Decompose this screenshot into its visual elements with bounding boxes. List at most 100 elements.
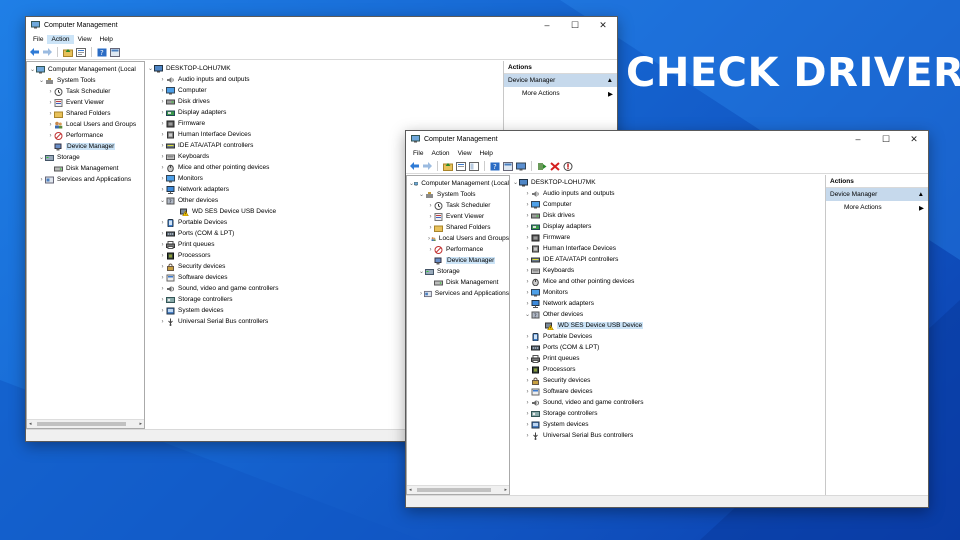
device-category-portable-devices[interactable]: › Portable Devices — [510, 331, 825, 342]
menu-help[interactable]: Help — [476, 149, 497, 158]
tree-item-performance[interactable]: › Performance — [27, 130, 144, 141]
collapsed-chevron-icon[interactable]: › — [524, 356, 531, 362]
tree-item-task-scheduler[interactable]: › Task Scheduler — [27, 86, 144, 97]
collapsed-chevron-icon[interactable]: › — [159, 308, 166, 314]
collapsed-chevron-icon[interactable]: › — [524, 268, 531, 274]
collapsed-chevron-icon[interactable]: › — [38, 177, 45, 183]
device-category-system-devices[interactable]: › System devices — [510, 419, 825, 430]
scroll-right-icon[interactable]: ▸ — [504, 487, 507, 493]
device-category-firmware[interactable]: › Firmware — [510, 232, 825, 243]
collapsed-chevron-icon[interactable]: › — [524, 290, 531, 296]
device-category-firmware[interactable]: › Firmware — [145, 118, 503, 129]
collapsed-chevron-icon[interactable]: › — [47, 111, 54, 117]
console-icon[interactable] — [110, 47, 120, 57]
collapsed-chevron-icon[interactable]: › — [159, 132, 166, 138]
collapsed-chevron-icon[interactable]: › — [524, 279, 531, 285]
collapsed-chevron-icon[interactable]: › — [524, 345, 531, 351]
collapsed-chevron-icon[interactable]: › — [159, 176, 166, 182]
show-hide-tree-icon[interactable] — [469, 161, 479, 171]
collapsed-chevron-icon[interactable]: › — [159, 165, 166, 171]
tree-item-system-tools[interactable]: ⌄ System Tools — [407, 189, 509, 200]
collapsed-chevron-icon[interactable]: › — [159, 187, 166, 193]
collapsed-chevron-icon[interactable]: › — [159, 253, 166, 259]
minimize-button[interactable]: – — [533, 17, 561, 33]
collapsed-chevron-icon[interactable]: › — [159, 88, 166, 94]
device-category-computer[interactable]: › Computer — [145, 85, 503, 96]
tree-item-task-scheduler[interactable]: › Task Scheduler — [407, 200, 509, 211]
scroll-left-icon[interactable]: ◂ — [409, 487, 412, 493]
tree-item-disk-management[interactable]: Disk Management — [407, 277, 509, 288]
tree-root-computer-management[interactable]: ⌄ Computer Management (Local — [27, 64, 144, 75]
collapsed-chevron-icon[interactable]: › — [524, 378, 531, 384]
collapsed-chevron-icon[interactable]: › — [159, 99, 166, 105]
collapsed-chevron-icon[interactable]: › — [427, 214, 434, 220]
close-button[interactable]: ✕ — [900, 131, 928, 147]
menu-action[interactable]: Action — [47, 34, 74, 44]
collapsed-chevron-icon[interactable]: › — [47, 122, 54, 128]
device-category-security-devices[interactable]: › Security devices — [510, 375, 825, 386]
tree-item-device-manager[interactable]: Device Manager — [27, 141, 144, 152]
expanded-chevron-icon[interactable]: ⌄ — [418, 268, 425, 275]
collapsed-chevron-icon[interactable]: › — [524, 400, 531, 406]
update-driver-icon[interactable] — [537, 161, 547, 171]
collapsed-chevron-icon[interactable]: › — [47, 133, 54, 139]
device-category-monitors[interactable]: › Monitors — [510, 287, 825, 298]
tree-item-local-users-and-groups[interactable]: › Local Users and Groups — [27, 119, 144, 130]
tree-item-storage[interactable]: ⌄ Storage — [27, 152, 144, 163]
device-category-display-adapters[interactable]: › Display adapters — [145, 107, 503, 118]
maximize-button[interactable]: ☐ — [561, 17, 589, 33]
device-category-wd-ses-device-usb-device[interactable]: WD SES Device USB Device — [510, 320, 825, 331]
collapse-up-icon[interactable]: ▲ — [918, 191, 924, 198]
navigation-tree-pane[interactable]: ⌄ Computer Management (Local ⌄ System Tools… — [406, 175, 510, 495]
collapsed-chevron-icon[interactable]: › — [524, 367, 531, 373]
tree-item-services-and-applications[interactable]: › Services and Applications — [27, 174, 144, 185]
tree-item-services-and-applications[interactable]: › Services and Applications — [407, 288, 509, 299]
device-category-storage-controllers[interactable]: › Storage controllers — [510, 408, 825, 419]
device-category-audio-inputs-and-outputs[interactable]: › Audio inputs and outputs — [145, 74, 503, 85]
scroll-left-icon[interactable]: ◂ — [29, 421, 32, 427]
collapsed-chevron-icon[interactable]: › — [427, 247, 434, 253]
tree-item-event-viewer[interactable]: › Event Viewer — [27, 97, 144, 108]
horizontal-scrollbar[interactable]: ◂ ▸ — [407, 485, 509, 494]
back-arrow-icon[interactable] — [29, 47, 39, 57]
collapsed-chevron-icon[interactable]: › — [47, 100, 54, 106]
collapsed-chevron-icon[interactable]: › — [159, 286, 166, 292]
navigation-tree-pane[interactable]: ⌄ Computer Management (Local ⌄ System Tools… — [26, 61, 145, 429]
tree-item-device-manager[interactable]: Device Manager — [407, 255, 509, 266]
up-folder-icon[interactable] — [63, 47, 73, 57]
collapsed-chevron-icon[interactable]: › — [524, 257, 531, 263]
device-category-ide-ata-atapi-controllers[interactable]: › IDE ATA/ATAPI controllers — [510, 254, 825, 265]
properties-icon[interactable] — [76, 47, 86, 57]
expanded-chevron-icon[interactable]: ⌄ — [512, 179, 519, 186]
horizontal-scrollbar[interactable]: ◂ ▸ — [27, 419, 144, 428]
device-category-other-devices[interactable]: ⌄? Other devices — [510, 309, 825, 320]
collapsed-chevron-icon[interactable]: › — [524, 301, 531, 307]
collapsed-chevron-icon[interactable]: › — [524, 213, 531, 219]
up-folder-icon[interactable] — [443, 161, 453, 171]
console-icon[interactable] — [503, 161, 513, 171]
title-bar[interactable]: Computer Management – ☐ ✕ — [26, 17, 617, 33]
menu-file[interactable]: File — [29, 35, 47, 44]
collapsed-chevron-icon[interactable]: › — [159, 242, 166, 248]
device-category-universal-serial-bus-controllers[interactable]: › Universal Serial Bus controllers — [510, 430, 825, 441]
collapsed-chevron-icon[interactable]: › — [159, 319, 166, 325]
device-category-mice-and-other-pointing-devices[interactable]: › Mice and other pointing devices — [510, 276, 825, 287]
collapsed-chevron-icon[interactable]: › — [159, 220, 166, 226]
tree-item-local-users-and-groups[interactable]: › Local Users and Groups — [407, 233, 509, 244]
expanded-chevron-icon[interactable]: ⌄ — [524, 311, 531, 318]
device-category-keyboards[interactable]: › Keyboards — [510, 265, 825, 276]
device-category-network-adapters[interactable]: › Network adapters — [510, 298, 825, 309]
tree-item-shared-folders[interactable]: › Shared Folders — [407, 222, 509, 233]
collapsed-chevron-icon[interactable]: › — [524, 224, 531, 230]
expanded-chevron-icon[interactable]: ⌄ — [147, 65, 154, 72]
collapsed-chevron-icon[interactable]: › — [524, 411, 531, 417]
device-category-disk-drives[interactable]: › Disk drives — [145, 96, 503, 107]
device-category-display-adapters[interactable]: › Display adapters — [510, 221, 825, 232]
collapsed-chevron-icon[interactable]: › — [524, 389, 531, 395]
uninstall-icon[interactable] — [550, 161, 560, 171]
device-category-ports-com-lpt-[interactable]: › Ports (COM & LPT) — [510, 342, 825, 353]
collapsed-chevron-icon[interactable]: › — [427, 225, 434, 231]
menu-view[interactable]: View — [454, 149, 476, 158]
collapsed-chevron-icon[interactable]: › — [159, 154, 166, 160]
device-category-processors[interactable]: › Processors — [510, 364, 825, 375]
